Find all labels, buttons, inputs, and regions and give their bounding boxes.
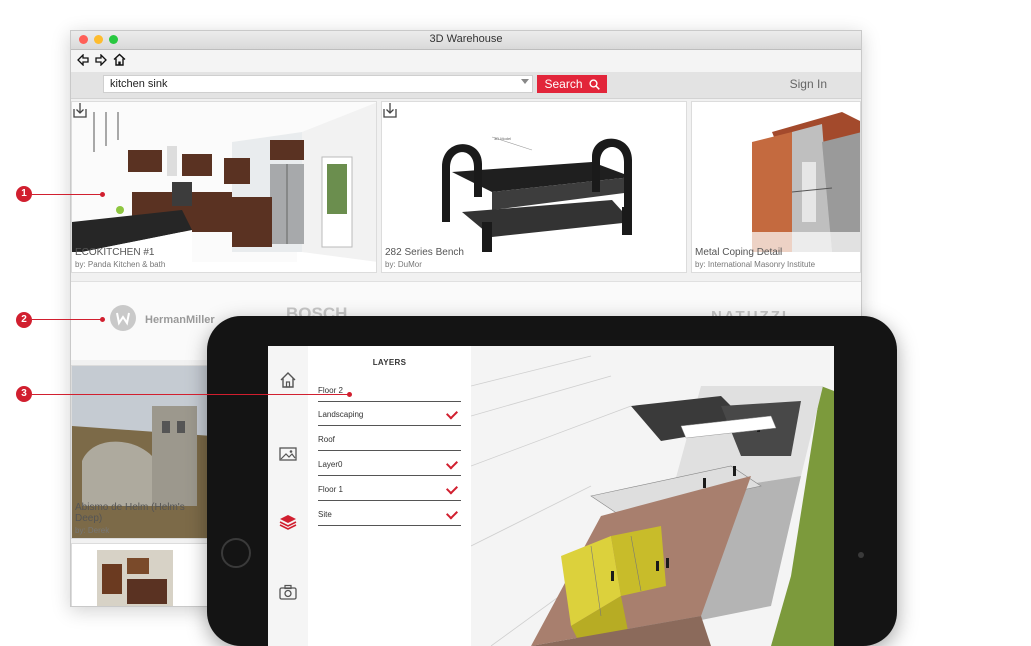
3d-model-viewport[interactable] — [470, 346, 834, 646]
layer-row[interactable]: Floor 2 — [318, 378, 461, 402]
layer-row[interactable]: Roof — [318, 427, 461, 451]
ipad-screen: LAYERS Floor 2 Landscaping Roof Layer0 F… — [268, 346, 834, 646]
callout-dot-2 — [100, 317, 105, 322]
model-author: by: International Masonry Institute — [695, 260, 816, 269]
title-bar: 3D Warehouse — [71, 31, 861, 50]
hermanmiller-logo-icon — [110, 305, 136, 331]
layer-name: Landscaping — [318, 410, 364, 419]
download-icon[interactable] — [72, 102, 88, 118]
model-card[interactable]: Metal Coping Detail by: International Ma… — [691, 101, 861, 273]
model-title: ECOKITCHEN #1 — [75, 247, 155, 258]
model-title: Metal Coping Detail — [695, 247, 783, 258]
model-thumbnail — [97, 550, 173, 606]
model-author: by: Derek — [75, 526, 110, 535]
callout-line-1 — [32, 194, 102, 195]
search-button-label: Search — [544, 77, 583, 91]
model-title: Abismo de Helm (Helm's Deep) — [75, 502, 185, 524]
layer-name: Floor 1 — [318, 485, 343, 494]
sign-in-link[interactable]: Sign In — [790, 77, 827, 91]
layer-row[interactable]: Site — [318, 502, 461, 526]
brand-hermanmiller[interactable]: HermanMiller — [145, 314, 215, 326]
building-model-render — [470, 346, 834, 646]
layer-row[interactable]: Layer0 — [318, 452, 461, 476]
model-card[interactable] — [71, 543, 213, 606]
layer-row[interactable]: Landscaping — [318, 402, 461, 426]
callout-dot-1 — [100, 192, 105, 197]
callout-marker-1: 1 — [16, 186, 32, 202]
search-bar: kitchen sink Search Sign In — [71, 72, 861, 99]
layers-panel: LAYERS Floor 2 Landscaping Roof Layer0 F… — [308, 346, 472, 646]
home-icon[interactable] — [113, 53, 126, 69]
model-card[interactable]: ECOKITCHEN #1 by: Panda Kitchen & bath — [71, 101, 377, 273]
search-icon — [588, 78, 600, 90]
layer-name: Roof — [318, 435, 335, 444]
layer-name: Layer0 — [318, 460, 343, 469]
layer-visible-check-icon[interactable] — [445, 507, 459, 520]
image-icon[interactable] — [278, 444, 298, 464]
forward-arrow-icon[interactable] — [95, 53, 107, 69]
ipad-device: LAYERS Floor 2 Landscaping Roof Layer0 F… — [207, 316, 897, 646]
search-input[interactable]: kitchen sink — [103, 75, 533, 93]
layer-visible-check-icon[interactable] — [445, 457, 459, 470]
callout-marker-2: 2 — [16, 312, 32, 328]
callout-line-3 — [32, 394, 350, 395]
layers-icon[interactable] — [278, 512, 298, 532]
model-card[interactable]: 3D Model 282 Series Bench by: DuMor — [381, 101, 687, 273]
layer-row[interactable]: Floor 1 — [318, 477, 461, 501]
nav-bar — [71, 50, 861, 72]
callout-marker-3: 3 — [16, 386, 32, 402]
layer-visible-check-icon[interactable] — [445, 482, 459, 495]
svg-text:3D Model: 3D Model — [494, 136, 511, 141]
home-button[interactable] — [221, 538, 251, 568]
layers-panel-title: LAYERS — [372, 358, 407, 367]
chevron-down-icon[interactable] — [521, 79, 529, 84]
app-side-rail — [268, 346, 309, 646]
model-author: by: Panda Kitchen & bath — [75, 260, 166, 269]
model-card[interactable]: Abismo de Helm (Helm's Deep) by: Derek — [71, 365, 213, 539]
back-arrow-icon[interactable] — [77, 53, 89, 69]
search-button[interactable]: Search — [537, 75, 607, 93]
download-icon[interactable] — [382, 102, 398, 118]
window-title: 3D Warehouse — [429, 33, 503, 45]
camera-dot — [858, 552, 864, 558]
model-title: 282 Series Bench — [385, 247, 464, 258]
model-author: by: DuMor — [385, 260, 422, 269]
model-results: ECOKITCHEN #1 by: Panda Kitchen & bath 3… — [71, 101, 861, 273]
camera-icon[interactable] — [278, 582, 298, 602]
callout-dot-3 — [347, 392, 352, 397]
home-icon[interactable] — [278, 370, 298, 390]
layer-name: Site — [318, 510, 332, 519]
callout-line-2 — [32, 319, 102, 320]
layer-visible-check-icon[interactable] — [445, 407, 459, 420]
